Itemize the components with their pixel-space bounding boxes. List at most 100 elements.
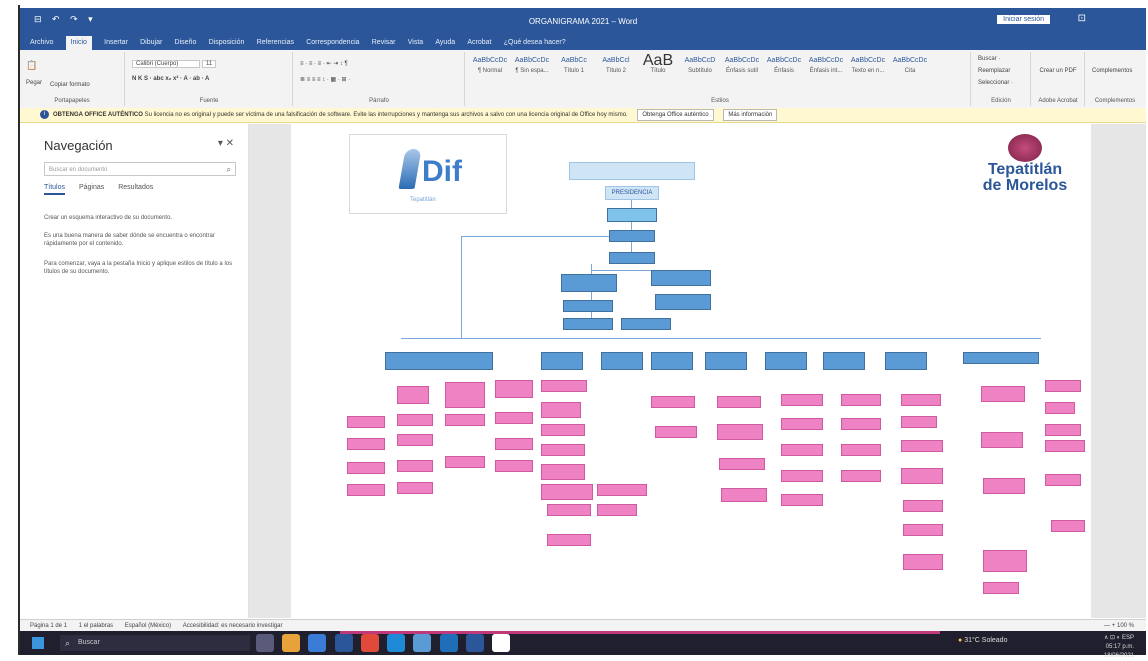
acrobat-group-label: Adobe Acrobat bbox=[1038, 98, 1078, 104]
org-box-a3 bbox=[563, 318, 613, 330]
org-unit bbox=[1051, 520, 1085, 532]
windows-start-icon[interactable] bbox=[32, 637, 44, 649]
org-unit bbox=[841, 418, 881, 430]
org-unit bbox=[495, 438, 533, 450]
copy-format-button[interactable]: Copiar formato bbox=[50, 82, 90, 88]
tab-inicio[interactable]: Inicio bbox=[65, 36, 92, 50]
notepad-icon[interactable] bbox=[492, 634, 511, 652]
font-format-buttons[interactable]: N K S · abc x₂ x² · A · ab · A bbox=[132, 76, 209, 82]
org-unit bbox=[903, 524, 943, 536]
org-box-juridico bbox=[651, 270, 711, 286]
title-bar: ⊟ ↶ ↷ ▾ ORGANIGRAMA 2021 – Word Iniciar … bbox=[20, 8, 1146, 36]
outlook-icon[interactable] bbox=[465, 634, 484, 652]
tab-referencias[interactable]: Referencias bbox=[257, 36, 294, 50]
search-app-icon[interactable] bbox=[413, 634, 432, 652]
org-unit bbox=[721, 488, 767, 502]
tab-ayuda[interactable]: Ayuda bbox=[435, 36, 455, 50]
get-office-button[interactable]: Obtenga Office auténtico bbox=[637, 109, 714, 121]
tab-diseno[interactable]: Diseño bbox=[175, 36, 197, 50]
org-box-a2 bbox=[655, 294, 711, 310]
edge-icon[interactable] bbox=[387, 634, 406, 652]
tab-disposicion[interactable]: Disposición bbox=[209, 36, 245, 50]
org-unit bbox=[541, 484, 593, 500]
info-icon: i bbox=[40, 109, 49, 119]
search-icon[interactable]: ⌕ bbox=[227, 163, 231, 177]
org-unit bbox=[983, 550, 1027, 572]
clock-date[interactable]: 18/06/2021 bbox=[1104, 652, 1134, 661]
tab-paginas[interactable]: Páginas bbox=[79, 184, 104, 191]
org-dept-5 bbox=[705, 352, 747, 370]
org-unit bbox=[981, 432, 1023, 448]
file-explorer-icon[interactable] bbox=[282, 634, 301, 652]
chrome-icon[interactable] bbox=[360, 634, 379, 652]
tab-correspondencia[interactable]: Correspondencia bbox=[306, 36, 359, 50]
styles-group: Estilos bbox=[470, 52, 971, 106]
org-unit bbox=[983, 582, 1019, 594]
org-box-secretaria bbox=[609, 230, 655, 242]
accessibility-status[interactable]: Accesibilidad: es necesario investigar bbox=[183, 623, 283, 629]
org-unit bbox=[445, 382, 485, 408]
org-unit bbox=[495, 460, 533, 472]
tab-vista[interactable]: Vista bbox=[408, 36, 423, 50]
font-size-select[interactable]: 11 bbox=[202, 60, 217, 68]
org-unit bbox=[347, 438, 385, 450]
org-unit bbox=[983, 478, 1025, 494]
more-info-button[interactable]: Más información bbox=[723, 109, 778, 121]
tab-archivo[interactable]: Archivo bbox=[30, 36, 53, 50]
navigation-search-input[interactable]: Buscar en documento ⌕ bbox=[44, 162, 236, 176]
tab-insertar[interactable]: Insertar bbox=[104, 36, 128, 50]
ribbon-display-icon[interactable]: ⊡ bbox=[1078, 13, 1086, 24]
create-pdf-button[interactable]: Crear un PDF bbox=[1038, 68, 1078, 74]
org-unit bbox=[781, 394, 823, 406]
tell-me-search[interactable]: ¿Qué desea hacer? bbox=[504, 36, 566, 50]
org-dept-6 bbox=[765, 352, 807, 370]
close-icon[interactable]: ▾ ✕ bbox=[218, 138, 234, 149]
acrobat-group: Crear un PDF Adobe Acrobat bbox=[1032, 52, 1085, 106]
paste-icon[interactable]: 📋 bbox=[26, 60, 37, 71]
tab-dibujar[interactable]: Dibujar bbox=[140, 36, 162, 50]
org-unit bbox=[901, 440, 943, 452]
list-buttons[interactable]: ≡ · ≡ · ≡ · ⇤ ⇥ ↕ ¶ bbox=[300, 60, 348, 67]
org-connector bbox=[591, 264, 592, 324]
font-family-select[interactable]: Calibri (Cuerpo) bbox=[132, 60, 200, 68]
alignment-buttons[interactable]: ≣ ≡ ≡ ≡ ↕ · ▦ · ⊞ · bbox=[300, 76, 350, 83]
paste-button[interactable]: Pegar bbox=[26, 80, 42, 86]
tab-titulos[interactable]: Títulos bbox=[44, 184, 66, 195]
weather-widget[interactable]: ● 31°C Soleado bbox=[958, 637, 1007, 644]
org-unit bbox=[541, 424, 585, 436]
org-connector bbox=[631, 200, 632, 208]
tab-revisar[interactable]: Revisar bbox=[372, 36, 396, 50]
org-box-a1 bbox=[563, 300, 613, 312]
org-header-box bbox=[569, 162, 695, 180]
paragraph-group: ≡ · ≡ · ≡ · ⇤ ⇥ ↕ ¶ ≣ ≡ ≡ ≡ ↕ · ▦ · ⊞ · … bbox=[294, 52, 465, 106]
mail-icon[interactable] bbox=[308, 634, 327, 652]
org-unit bbox=[717, 396, 761, 408]
org-dept-9 bbox=[963, 352, 1039, 364]
language-indicator[interactable]: Español (México) bbox=[125, 623, 171, 629]
select-button[interactable]: Seleccionar · bbox=[978, 80, 1013, 86]
clock-time[interactable]: 05:17 p.m. bbox=[1104, 643, 1134, 652]
find-button[interactable]: Buscar · bbox=[978, 56, 1000, 62]
org-box-director bbox=[607, 208, 657, 222]
tab-resultados[interactable]: Resultados bbox=[118, 184, 153, 191]
page-count[interactable]: Página 1 de 1 bbox=[30, 623, 67, 629]
replace-button[interactable]: Reemplazar bbox=[978, 68, 1010, 74]
word-count[interactable]: 1 el palabras bbox=[79, 623, 113, 629]
task-view-icon[interactable] bbox=[256, 634, 274, 652]
tab-acrobat[interactable]: Acrobat bbox=[467, 36, 491, 50]
navigation-title: Navegación bbox=[44, 138, 113, 153]
tray-icons[interactable]: ∧ ⊡ ◐ ESP bbox=[1104, 634, 1134, 643]
org-unit bbox=[397, 482, 433, 494]
taskbar-apps bbox=[256, 634, 516, 654]
word-icon[interactable] bbox=[334, 634, 353, 652]
taskbar-search[interactable]: ⌕ Buscar bbox=[60, 635, 250, 651]
license-warning-bar: i OBTENGA OFFICE AUTÉNTICO Su licencia no… bbox=[20, 108, 1146, 123]
document-page[interactable]: Dif Tepatitlán Tepatitlán de Morelos PRE… bbox=[291, 124, 1091, 618]
app-icon[interactable] bbox=[439, 634, 458, 652]
org-department-bus bbox=[401, 338, 1041, 339]
editing-group: Buscar · Reemplazar Seleccionar · Edició… bbox=[972, 52, 1031, 106]
org-dept-7 bbox=[823, 352, 865, 370]
org-unit bbox=[541, 380, 587, 392]
addins-button[interactable]: Complementos bbox=[1092, 68, 1132, 74]
sign-in-button[interactable]: Iniciar sesión bbox=[997, 15, 1050, 24]
